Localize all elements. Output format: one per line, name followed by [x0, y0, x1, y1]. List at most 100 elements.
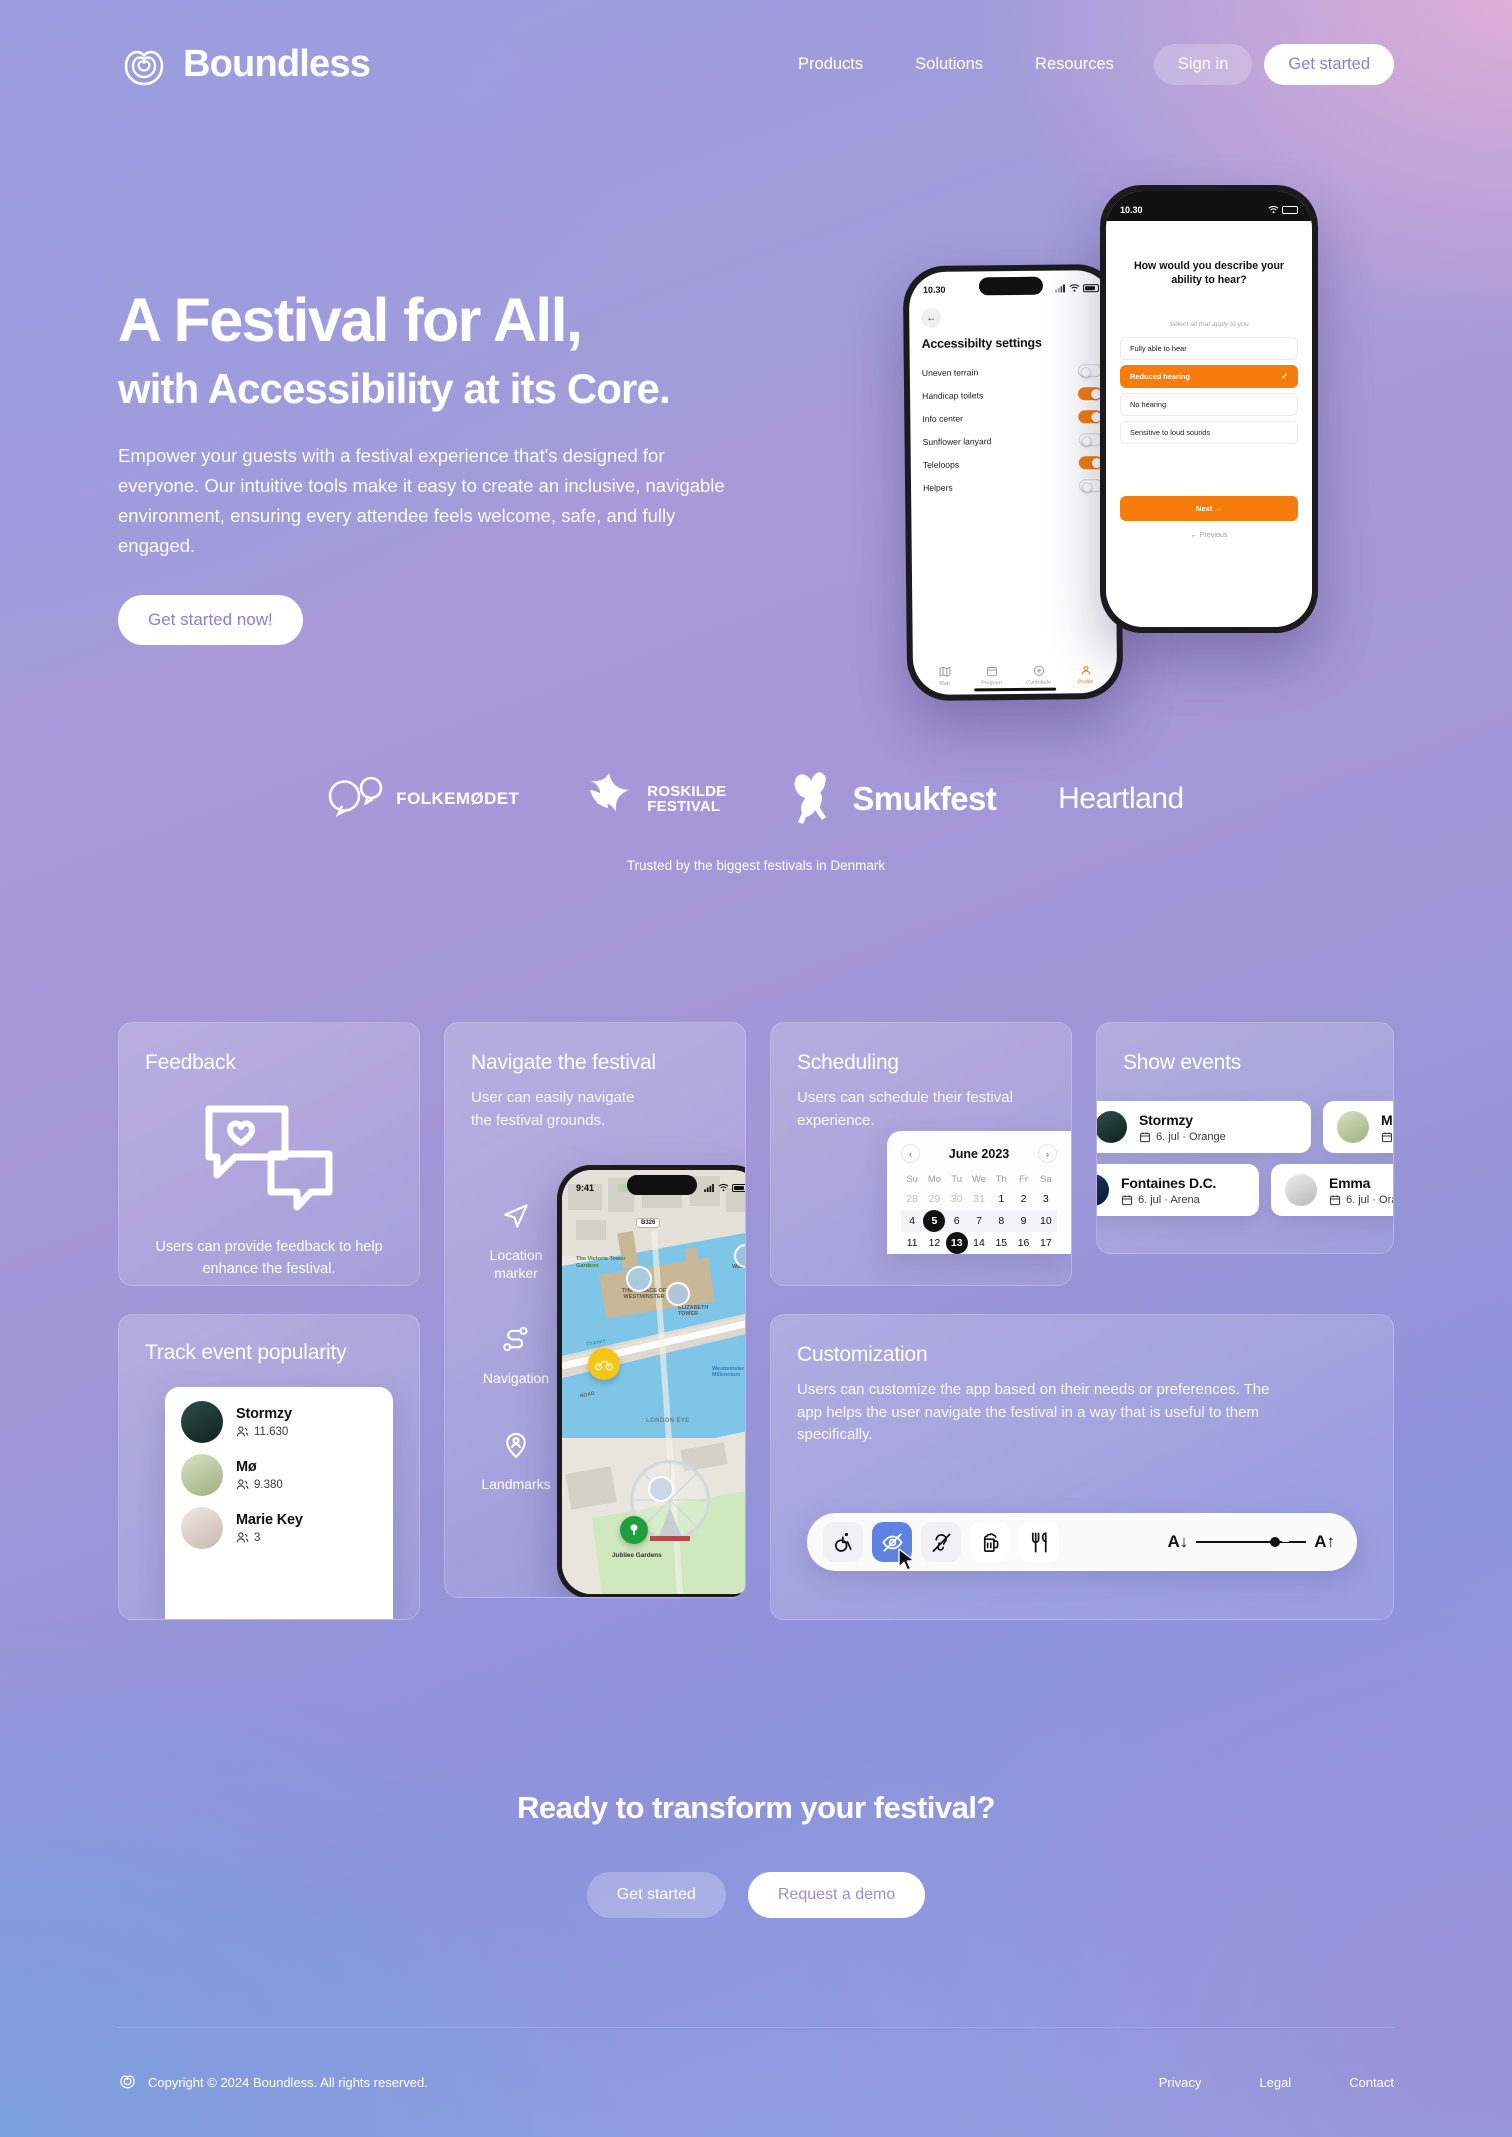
smukfest-fairy-icon: [794, 772, 827, 824]
decrease-font-size-label[interactable]: A↓: [1167, 1532, 1188, 1552]
settings-row[interactable]: Helpers: [911, 474, 1115, 499]
settings-row-label: Teleloops: [922, 459, 960, 470]
get-started-button[interactable]: Get started: [1264, 43, 1394, 85]
calendar-day[interactable]: 10: [1035, 1210, 1057, 1232]
footer-link-legal[interactable]: Legal: [1259, 2075, 1291, 2090]
footer-link-privacy[interactable]: Privacy: [1159, 2075, 1202, 2090]
map-photo-pin[interactable]: [666, 1282, 690, 1306]
settings-toggle[interactable]: [1077, 364, 1102, 378]
survey-option[interactable]: Sensitive to loud sounds: [1120, 420, 1298, 444]
event-card[interactable]: Emma 6. jul · Ora: [1271, 1164, 1393, 1216]
calendar-day[interactable]: 8: [990, 1210, 1012, 1232]
settings-row[interactable]: Uneven terrain: [910, 359, 1114, 384]
calendar-week-row: 4 5 6 7 8 9 10: [901, 1210, 1057, 1232]
tab-contribute[interactable]: Contribute: [1015, 664, 1062, 686]
event-card[interactable]: Stormzy 6. jul · Orange: [1097, 1101, 1311, 1153]
calendar-day[interactable]: 15: [990, 1232, 1012, 1254]
fork-knife-icon-button[interactable]: [1019, 1522, 1059, 1562]
chevron-left-icon[interactable]: ‹: [901, 1144, 920, 1163]
calendar-day-selected[interactable]: 5: [923, 1210, 946, 1232]
calendar-day[interactable]: 6: [946, 1210, 968, 1232]
wifi-icon: [718, 1183, 729, 1192]
nav-link-solutions[interactable]: Solutions: [889, 44, 1009, 85]
cta-request-demo-button[interactable]: Request a demo: [747, 1872, 926, 1918]
sign-in-button[interactable]: Sign in: [1153, 43, 1253, 85]
calendar-day[interactable]: 16: [1012, 1232, 1034, 1254]
event-meta-text: 6. jul · Orange: [1156, 1130, 1226, 1143]
settings-toggle[interactable]: [1078, 433, 1103, 447]
ear-off-icon-button[interactable]: [921, 1522, 961, 1562]
slider-thumb[interactable]: [1270, 1537, 1281, 1547]
dow-label: Fr: [1019, 1174, 1029, 1185]
calendar-day[interactable]: 2: [1012, 1188, 1034, 1210]
settings-toggle[interactable]: [1078, 387, 1103, 401]
tab-map[interactable]: Map: [921, 665, 968, 687]
brand-logo[interactable]: Boundless: [118, 38, 371, 90]
wheelchair-icon-button[interactable]: [823, 1522, 863, 1562]
font-size-slider[interactable]: A↓ A↑: [1167, 1532, 1341, 1552]
nav-link-products[interactable]: Products: [772, 44, 889, 85]
eye-off-icon-button[interactable]: [872, 1522, 915, 1571]
map-photo-pin[interactable]: [626, 1266, 652, 1292]
calendar-day[interactable]: 12: [923, 1232, 945, 1254]
tab-program[interactable]: Program: [968, 665, 1015, 686]
slider-track[interactable]: [1196, 1537, 1307, 1547]
calendar-day[interactable]: 29: [923, 1188, 945, 1210]
calendar-day[interactable]: 7: [968, 1210, 990, 1232]
map-photo-pin[interactable]: [648, 1476, 674, 1502]
settings-row[interactable]: Teleloops: [911, 451, 1115, 476]
calendar-day[interactable]: 11: [901, 1232, 923, 1254]
status-bar: 10.30: [1106, 191, 1312, 221]
list-item[interactable]: Stormzy 11.630: [181, 1401, 377, 1443]
boundless-heart-logo-icon: [118, 2071, 137, 2093]
cta-get-started-button[interactable]: Get started: [586, 1872, 726, 1918]
battery-icon: [1282, 205, 1298, 214]
ear-off-icon: [931, 1533, 951, 1552]
calendar-day[interactable]: 31: [968, 1188, 990, 1210]
survey-next-button[interactable]: Next →: [1120, 495, 1298, 521]
survey-question: How would you describe your ability to h…: [1133, 260, 1285, 287]
calendar-day[interactable]: 30: [946, 1188, 968, 1210]
calendar-day[interactable]: 14: [968, 1232, 990, 1254]
event-card[interactable]: Mø 6. jul ·: [1323, 1101, 1393, 1153]
beer-mug-icon-button[interactable]: [970, 1522, 1010, 1562]
calendar-day[interactable]: 17: [1035, 1232, 1057, 1254]
settings-toggle[interactable]: [1078, 410, 1103, 424]
calendar-day[interactable]: 3: [1035, 1188, 1057, 1210]
main-navigation: Products Solutions Resources Sign in Get…: [772, 43, 1394, 85]
calendar-day[interactable]: 9: [1012, 1210, 1034, 1232]
survey-option[interactable]: No hearing: [1120, 392, 1298, 416]
list-item[interactable]: Marie Key 3: [181, 1507, 377, 1549]
dow-label: Tu: [951, 1174, 963, 1185]
settings-row[interactable]: Handicap toilets: [910, 382, 1114, 407]
back-button[interactable]: ←: [921, 307, 942, 328]
avatar: [1097, 1111, 1127, 1143]
survey-option[interactable]: Fully able to hear: [1120, 336, 1298, 360]
events-list: Stormzy 6. jul · Orange Mø 6. jul ·: [1097, 1101, 1393, 1227]
list-item[interactable]: Mø 9.380: [181, 1454, 377, 1496]
tree-pin-icon[interactable]: [620, 1516, 648, 1544]
card-scheduling: Scheduling Users can schedule their fest…: [770, 1022, 1072, 1286]
plus-circle-icon: [1033, 665, 1044, 676]
footer-link-contact[interactable]: Contact: [1349, 2075, 1394, 2090]
nav-link-resources[interactable]: Resources: [1009, 44, 1140, 85]
hero-cta-button[interactable]: Get started now!: [118, 595, 303, 646]
bicycle-pin-icon[interactable]: [588, 1348, 620, 1380]
avatar: [181, 1401, 223, 1443]
chevron-right-icon[interactable]: ›: [1038, 1144, 1057, 1163]
card-subtitle: Users can customize the app based on the…: [797, 1381, 1270, 1443]
card-feedback: Feedback Users can provide feedback to h…: [118, 1022, 420, 1286]
calendar-day-selected[interactable]: 13: [945, 1232, 968, 1254]
tab-profile[interactable]: Profile: [1062, 664, 1109, 685]
settings-row[interactable]: Info center: [910, 405, 1114, 430]
event-card[interactable]: Fontaines D.C. 6. jul · Arena: [1097, 1164, 1259, 1216]
map-view[interactable]: 9:41 B326 The Victoria Tower Gardens THE…: [562, 1170, 745, 1594]
survey-previous-button[interactable]: ← Previous: [1106, 530, 1312, 539]
survey-option-selected[interactable]: Reduced hearing ✓: [1120, 364, 1298, 388]
calendar-day[interactable]: 1: [990, 1188, 1012, 1210]
calendar-day[interactable]: 28: [901, 1188, 923, 1210]
settings-row[interactable]: Sunflower lanyard: [910, 428, 1114, 453]
calendar-day[interactable]: 4: [901, 1210, 923, 1232]
increase-font-size-label[interactable]: A↑: [1314, 1532, 1335, 1552]
dow-label: Mo: [927, 1174, 942, 1185]
